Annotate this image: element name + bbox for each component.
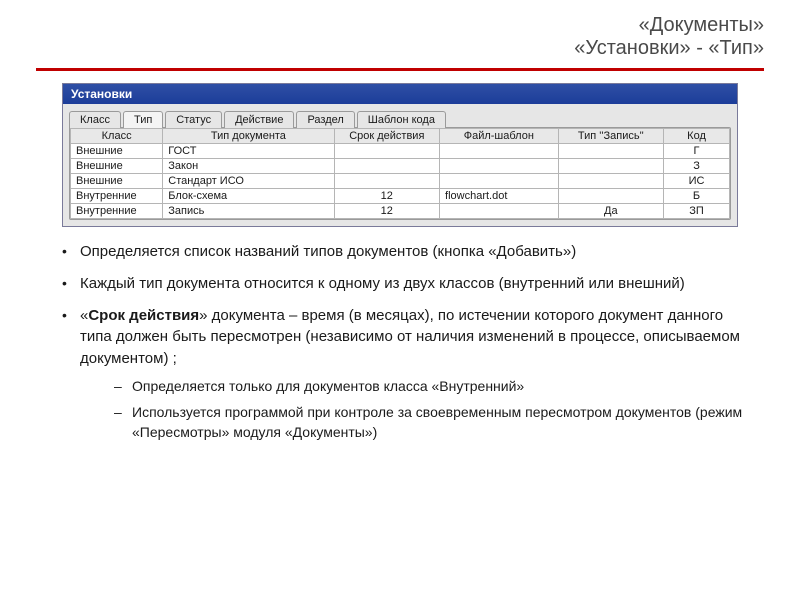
list-item: • Определяется список названий типов док… xyxy=(62,241,750,263)
list-item-text: «Срок действия» документа – время (в мес… xyxy=(80,305,750,443)
tab-action[interactable]: Действие xyxy=(224,111,294,128)
list-item-text: Определяется список названий типов докум… xyxy=(80,241,750,263)
dash-icon: – xyxy=(114,402,132,443)
settings-window: Установки Класс Тип Статус Действие Разд… xyxy=(62,83,738,227)
col-class[interactable]: Класс xyxy=(71,129,163,144)
title-line-2: «Установки» - «Тип» xyxy=(0,37,764,60)
table-row[interactable]: Внутренние Блок-схема 12 flowchart.dot Б xyxy=(71,189,730,204)
tab-status[interactable]: Статус xyxy=(165,111,222,128)
col-record[interactable]: Тип ''Запись'' xyxy=(558,129,663,144)
tab-class[interactable]: Класс xyxy=(69,111,121,128)
list-item: – Используется программой при контроле з… xyxy=(114,402,750,443)
table-row[interactable]: Внешние Закон З xyxy=(71,159,730,174)
tab-codetmpl[interactable]: Шаблон кода xyxy=(357,111,446,128)
list-item-text: Каждый тип документа относится к одному … xyxy=(80,273,750,295)
list-item: • Каждый тип документа относится к одном… xyxy=(62,273,750,295)
tab-panel: Класс Тип документа Срок действия Файл-ш… xyxy=(69,127,731,220)
slide-title: «Документы» «Установки» - «Тип» xyxy=(0,0,800,64)
table-row[interactable]: Внешние Стандарт ИСО ИС xyxy=(71,174,730,189)
dash-icon: – xyxy=(114,376,132,396)
col-doctype[interactable]: Тип документа xyxy=(163,129,334,144)
list-item-text: Используется программой при контроле за … xyxy=(132,402,750,443)
table-row[interactable]: Внутренние Запись 12 Да ЗП xyxy=(71,204,730,219)
table-header-row: Класс Тип документа Срок действия Файл-ш… xyxy=(71,129,730,144)
bullet-icon: • xyxy=(62,305,80,443)
table-row[interactable]: Внешние ГОСТ Г xyxy=(71,144,730,159)
tab-section[interactable]: Раздел xyxy=(296,111,354,128)
window-title-text: Установки xyxy=(71,87,132,101)
list-item: • «Срок действия» документа – время (в м… xyxy=(62,305,750,443)
window-titlebar: Установки xyxy=(63,84,737,104)
bullet-icon: • xyxy=(62,273,80,295)
tab-bar: Класс Тип Статус Действие Раздел Шаблон … xyxy=(63,104,737,127)
types-table: Класс Тип документа Срок действия Файл-ш… xyxy=(70,128,730,219)
title-underline xyxy=(36,68,764,71)
bullet-icon: • xyxy=(62,241,80,263)
bullet-list: • Определяется список названий типов док… xyxy=(62,241,750,443)
col-code[interactable]: Код xyxy=(664,129,730,144)
title-line-1: «Документы» xyxy=(0,14,764,37)
tab-type[interactable]: Тип xyxy=(123,111,163,128)
col-file[interactable]: Файл-шаблон xyxy=(440,129,559,144)
list-item: – Определяется только для документов кла… xyxy=(114,376,750,396)
col-term[interactable]: Срок действия xyxy=(334,129,439,144)
list-item-text: Определяется только для документов класс… xyxy=(132,376,750,396)
